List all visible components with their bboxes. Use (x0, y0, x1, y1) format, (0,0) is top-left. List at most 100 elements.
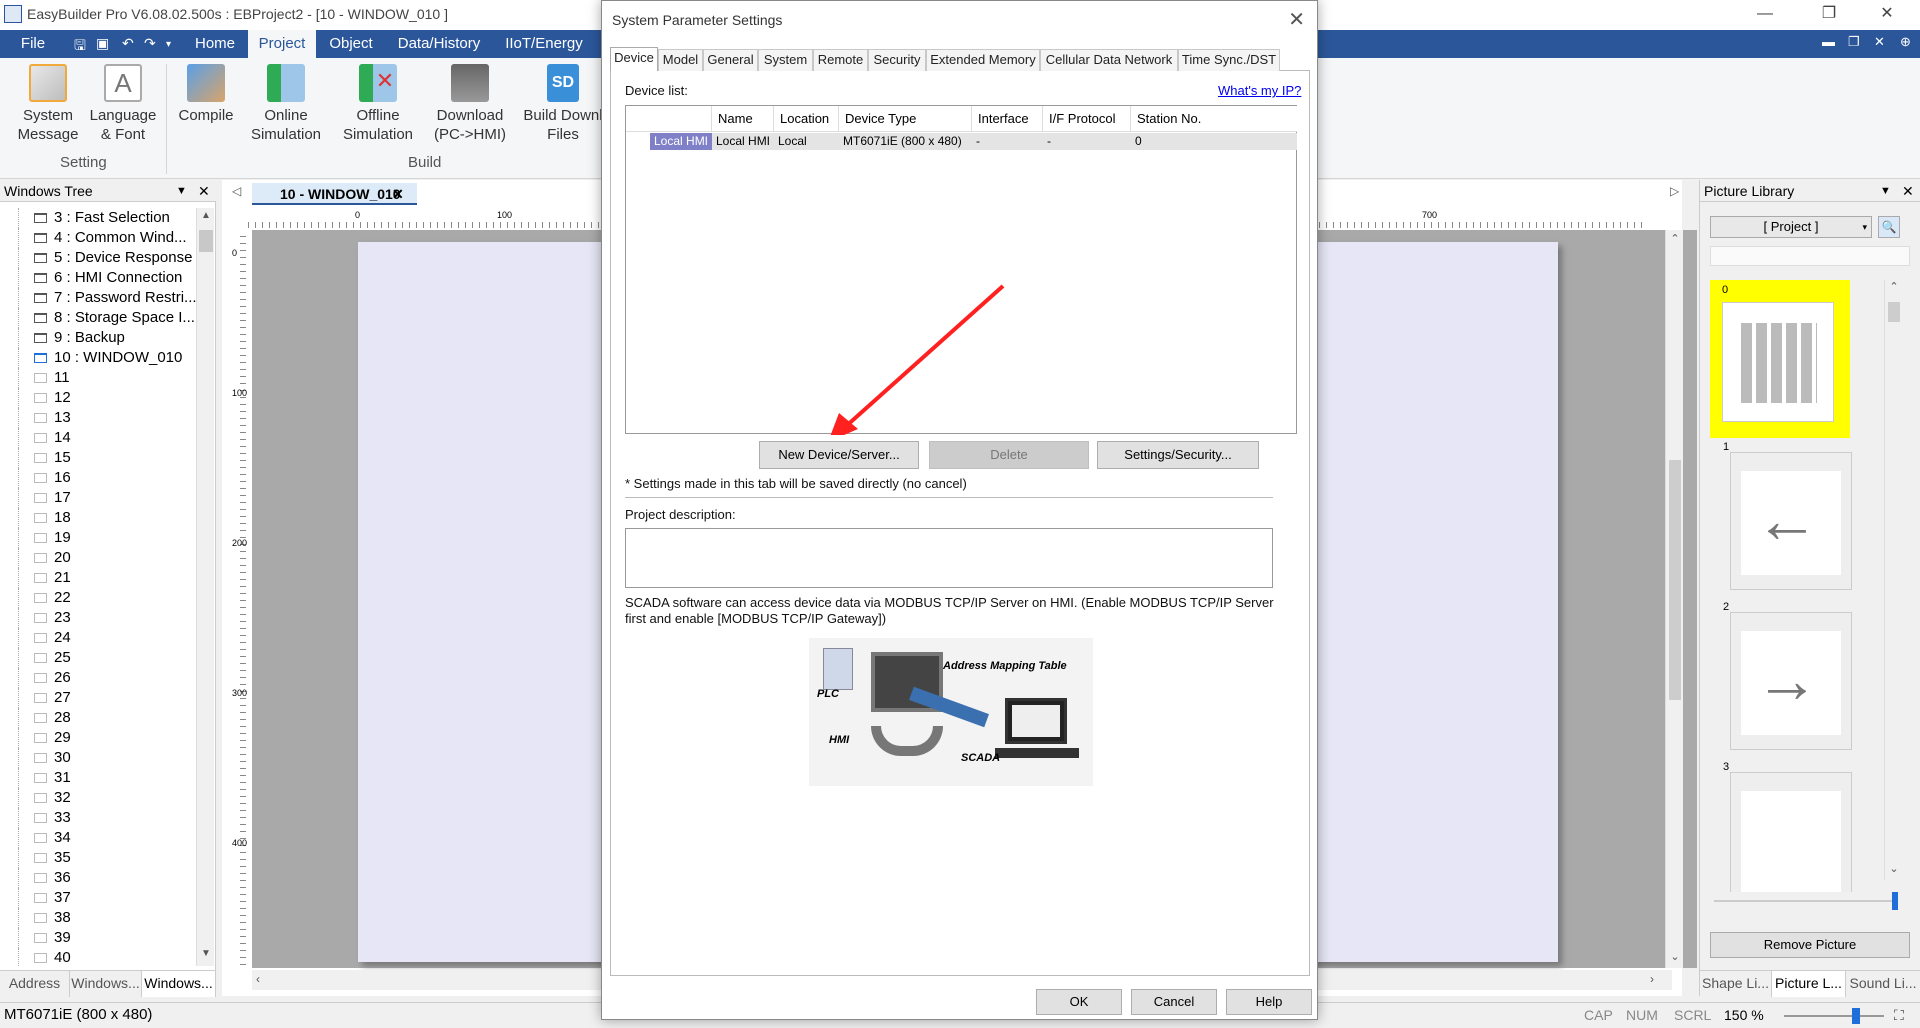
scroll-up-icon[interactable]: ▲ (197, 210, 215, 221)
tab-windows-1[interactable]: Windows... (70, 971, 142, 997)
dropdown-icon[interactable]: ▼ (1880, 180, 1891, 202)
tree-item[interactable]: 21 (0, 568, 196, 588)
tree-item[interactable]: 37 (0, 888, 196, 908)
tree-scrollbar[interactable]: ▲ ▼ (196, 208, 214, 966)
tab-data-history[interactable]: Data/History (386, 30, 492, 58)
scroll-right-arrow-icon[interactable]: › (1650, 972, 1654, 986)
close-panel-icon[interactable]: ✕ (198, 180, 210, 202)
tab-windows-2[interactable]: Windows... (142, 971, 216, 997)
thumbnail-1[interactable]: 1 ← (1723, 441, 1852, 590)
dialog-close-icon[interactable]: ✕ (1288, 7, 1305, 32)
zoom-slider-handle[interactable] (1852, 1008, 1860, 1024)
tree-item[interactable]: 22 (0, 588, 196, 608)
tree-item[interactable]: 18 (0, 508, 196, 528)
tree-item[interactable]: 4 : Common Wind... (0, 228, 196, 248)
whats-my-ip-link[interactable]: What's my IP? (1218, 83, 1301, 98)
close-panel-icon[interactable]: ✕ (1902, 180, 1914, 202)
tree-item[interactable]: 11 (0, 368, 196, 388)
tab-time-sync-dst[interactable]: Time Sync./DST (1178, 49, 1280, 71)
help-button[interactable]: Help (1226, 989, 1312, 1015)
minimize-button[interactable]: — (1742, 0, 1788, 30)
online-simulation-button[interactable]: Online Simulation (246, 64, 326, 144)
thumbnail-2[interactable]: 2 → (1723, 601, 1852, 750)
scroll-right-icon[interactable]: ▷ (1670, 184, 1679, 198)
project-description-field[interactable] (625, 528, 1273, 588)
compile-button[interactable]: Compile (174, 64, 238, 125)
tab-remote[interactable]: Remote (813, 49, 868, 71)
tree-item[interactable]: 31 (0, 768, 196, 788)
tab-model[interactable]: Model (658, 49, 703, 71)
tab-home[interactable]: Home (182, 30, 248, 58)
new-device-server-button[interactable]: New Device/Server... (759, 441, 919, 469)
tree-item[interactable]: 16 (0, 468, 196, 488)
customize-quick-access-icon[interactable]: ▾ (166, 39, 171, 50)
tree-item[interactable]: 7 : Password Restri... (0, 288, 196, 308)
save-icon[interactable]: 🖫 (74, 35, 86, 59)
tree-item[interactable]: 33 (0, 808, 196, 828)
scroll-down-icon[interactable]: ▼ (197, 948, 215, 959)
slider-handle[interactable] (1892, 892, 1898, 910)
restore-button[interactable]: ❐ (1806, 0, 1852, 30)
ribbon-close-icon[interactable]: ✕ (1874, 34, 1885, 50)
tree-item[interactable]: 26 (0, 668, 196, 688)
save-all-icon[interactable]: ▣ (96, 35, 109, 52)
library-scrollbar[interactable]: ⌃ ⌄ (1884, 280, 1902, 880)
scroll-thumb[interactable] (199, 230, 213, 252)
library-scroll-thumb[interactable] (1888, 302, 1900, 322)
delete-button[interactable]: Delete (929, 441, 1089, 469)
remove-picture-button[interactable]: Remove Picture (1710, 932, 1910, 958)
tree-item[interactable]: 19 (0, 528, 196, 548)
tab-project[interactable]: Project (248, 30, 316, 58)
download-button[interactable]: Download (PC->HMI) (430, 64, 510, 144)
tab-security[interactable]: Security (868, 49, 926, 71)
tab-picture-library[interactable]: Picture L... (1772, 971, 1846, 997)
tree-item[interactable]: 23 (0, 608, 196, 628)
scroll-up-icon[interactable]: ⌃ (1666, 232, 1684, 245)
tree-item[interactable]: 10 : WINDOW_010 (0, 348, 196, 368)
undo-icon[interactable]: ↶ (122, 35, 134, 52)
tree-item[interactable]: 27 (0, 688, 196, 708)
zoom-slider[interactable] (1784, 1008, 1884, 1024)
ribbon-pin-icon[interactable]: ⊕ (1900, 34, 1911, 50)
editor-vertical-scrollbar[interactable]: ⌃ ⌄ (1665, 230, 1683, 968)
tree-item[interactable]: 36 (0, 868, 196, 888)
tab-device[interactable]: Device (610, 47, 658, 72)
tree-item[interactable]: 8 : Storage Space I... (0, 308, 196, 328)
tree-item[interactable]: 39 (0, 928, 196, 948)
tree-item[interactable]: 15 (0, 448, 196, 468)
tree-item[interactable]: 28 (0, 708, 196, 728)
scroll-up-icon[interactable]: ⌃ (1885, 280, 1903, 293)
search-icon[interactable]: 🔍 (1878, 216, 1900, 238)
document-tab[interactable]: 10 - WINDOW_010 ✕ (252, 183, 417, 205)
tree-item[interactable]: 5 : Device Response (0, 248, 196, 268)
fit-screen-icon[interactable]: ⛶ (1894, 1007, 1904, 1024)
dropdown-icon[interactable]: ▼ (176, 180, 187, 202)
cancel-button[interactable]: Cancel (1131, 989, 1217, 1015)
tree-item[interactable]: 3 : Fast Selection (0, 208, 196, 228)
tab-shape-library[interactable]: Shape Li... (1700, 971, 1772, 997)
tree-item[interactable]: 9 : Backup (0, 328, 196, 348)
tree-item[interactable]: 35 (0, 848, 196, 868)
ribbon-minimize-icon[interactable]: ▬ (1822, 34, 1835, 49)
tree-item[interactable]: 17 (0, 488, 196, 508)
scroll-left-arrow-icon[interactable]: ‹ (256, 972, 260, 986)
tree-item[interactable]: 30 (0, 748, 196, 768)
tree-item[interactable]: 20 (0, 548, 196, 568)
tab-cellular-data-network[interactable]: Cellular Data Network (1040, 49, 1178, 71)
tab-sound-library[interactable]: Sound Li... (1846, 971, 1920, 997)
tab-general[interactable]: General (703, 49, 758, 71)
tree-item[interactable]: 24 (0, 628, 196, 648)
tree-item[interactable]: 13 (0, 408, 196, 428)
scroll-left-icon[interactable]: ◁ (232, 184, 241, 198)
library-filter-input[interactable] (1710, 246, 1910, 266)
thumbnail-0[interactable]: 0 (1710, 280, 1850, 438)
tab-system[interactable]: System (758, 49, 813, 71)
tab-object[interactable]: Object (316, 30, 386, 58)
tree-item[interactable]: 38 (0, 908, 196, 928)
tree-item[interactable]: 6 : HMI Connection (0, 268, 196, 288)
build-download-files-button[interactable]: SD Build Downl Files (518, 64, 608, 144)
ribbon-restore-icon[interactable]: ❐ (1848, 34, 1860, 50)
system-message-button[interactable]: System Message (14, 64, 82, 144)
tab-iiot-energy[interactable]: IIoT/Energy (494, 30, 594, 58)
tab-file[interactable]: File (0, 30, 66, 58)
